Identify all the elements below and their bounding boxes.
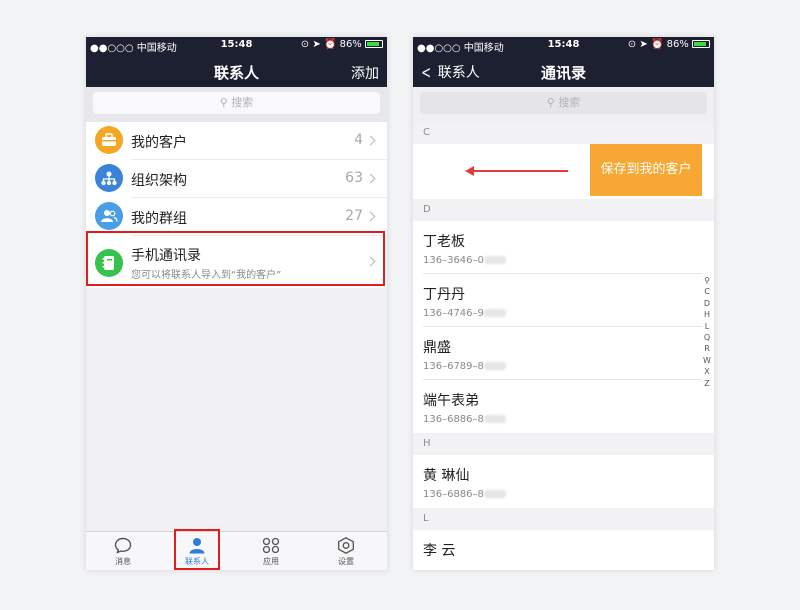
section-header-d: D: [413, 199, 714, 221]
page-title: 通讯录: [540, 64, 586, 82]
index-letter[interactable]: H: [702, 309, 712, 320]
apps-icon: [262, 537, 280, 554]
index-letter[interactable]: D: [702, 298, 712, 309]
search-input[interactable]: ⚲ 搜索: [93, 92, 380, 114]
lock-rotation-icon: ⊙: [300, 39, 310, 50]
contact-name: 丁丹丹: [423, 287, 465, 303]
swipe-left-arrow-icon: [465, 166, 568, 176]
section-header-l: L: [413, 508, 714, 530]
menu-count: 4: [354, 132, 363, 148]
location-icon: ➤: [312, 39, 321, 50]
contact-row[interactable]: 丁丹丹 136–4746–9: [413, 274, 714, 327]
search-input[interactable]: ⚲ 搜索: [420, 92, 707, 114]
save-to-customers-button[interactable]: 保存到我的客户: [590, 144, 702, 196]
menu-label: 我的客户: [131, 135, 187, 151]
status-bar: ●●○○○ 中国移动 15:48 ⊙ ➤ ⏰ 86%: [413, 37, 714, 54]
index-letter[interactable]: C: [702, 286, 712, 297]
briefcase-icon: [95, 126, 123, 154]
search-bar: ⚲ 搜索: [86, 87, 387, 122]
contact-row[interactable]: 黄 琳仙 136–6886–8: [413, 455, 714, 508]
status-right: ⊙ ➤ ⏰ 86%: [628, 39, 710, 50]
blurred-digits: [483, 362, 506, 370]
tab-settings[interactable]: 设置: [326, 537, 366, 567]
search-icon: ⚲: [219, 96, 228, 109]
chevron-right-icon: [365, 211, 376, 222]
location-icon: ➤: [639, 39, 648, 50]
nav-bar: 联系人 添加: [86, 54, 387, 87]
contact-phone: 136–6789–8: [423, 361, 506, 372]
search-icon[interactable]: ⚲: [702, 275, 712, 286]
index-letter[interactable]: Q: [702, 332, 712, 343]
blurred-digits: [483, 256, 506, 264]
contact-phone: 136–6886–8: [423, 489, 506, 500]
contacts-screen: ●●○○○ 中国移动 15:48 ⊙ ➤ ⏰ 86% 联系人 添加 ⚲ 搜索 我…: [86, 37, 387, 570]
contact-phone: 136–3646–0: [423, 255, 506, 266]
index-letter[interactable]: Z: [702, 378, 712, 389]
section-header-h: H: [413, 433, 714, 455]
chevron-right-icon: [365, 173, 376, 184]
contact-row[interactable]: 鼎盛 136–6789–8: [413, 327, 714, 380]
swiped-contact-row[interactable]: 保存到我的客户: [413, 144, 714, 199]
status-bar: ●●○○○ 中国移动 15:48 ⊙ ➤ ⏰ 86%: [86, 37, 387, 54]
org-chart-icon: [95, 164, 123, 192]
alarm-icon: ⏰: [323, 39, 337, 50]
contact-name: 黄 琳仙: [423, 468, 470, 484]
highlight-phone-contacts: [86, 231, 385, 286]
index-letter[interactable]: L: [702, 321, 712, 332]
chat-icon: [114, 537, 132, 554]
nav-bar: < 联系人 通讯录: [413, 54, 714, 87]
highlight-contacts-tab: [174, 529, 220, 570]
menu-item-org-structure[interactable]: 组织架构 63: [86, 160, 387, 197]
blurred-digits: [483, 415, 506, 423]
search-placeholder: 搜索: [231, 96, 254, 109]
blurred-digits: [483, 490, 506, 498]
tab-apps[interactable]: 应用: [251, 537, 291, 567]
section-header-c: C: [413, 122, 714, 144]
contact-row[interactable]: 丁老板 136–3646–0: [413, 221, 714, 274]
contact-name: 鼎盛: [423, 340, 451, 356]
search-icon: ⚲: [546, 96, 555, 109]
index-letter[interactable]: W: [702, 355, 712, 366]
tab-label: 消息: [115, 557, 131, 566]
index-letter[interactable]: X: [702, 366, 712, 377]
menu-count: 63: [345, 170, 363, 186]
group-icon: [95, 202, 123, 230]
address-book-screen: ●●○○○ 中国移动 15:48 ⊙ ➤ ⏰ 86% < 联系人 通讯录 ⚲ 搜…: [413, 37, 714, 570]
index-letter[interactable]: R: [702, 343, 712, 354]
contact-phone: 136–6886–8: [423, 414, 506, 425]
tab-label: 应用: [263, 557, 279, 566]
menu-count: 27: [345, 208, 363, 224]
contact-name: 端午表弟: [423, 393, 479, 409]
alphabet-index[interactable]: ⚲ C D H L Q R W X Z: [702, 275, 712, 389]
contact-row[interactable]: 端午表弟 136–6886–8: [413, 380, 714, 433]
contact-phone: 136–4746–9: [423, 308, 506, 319]
menu-label: 组织架构: [131, 173, 187, 189]
menu-label: 我的群组: [131, 211, 187, 227]
battery-percent: 86%: [666, 39, 689, 50]
settings-icon: [338, 537, 354, 554]
contact-name: 丁老板: [423, 234, 465, 250]
menu-item-my-customers[interactable]: 我的客户 4: [86, 122, 387, 159]
tab-label: 设置: [338, 557, 354, 566]
contact-name: 李 云: [423, 543, 456, 559]
page-title: 联系人: [213, 64, 259, 82]
add-button[interactable]: 添加: [351, 63, 379, 83]
search-bar: ⚲ 搜索: [413, 87, 714, 122]
tab-messages[interactable]: 消息: [103, 537, 143, 567]
alarm-icon: ⏰: [650, 39, 664, 50]
blurred-digits: [483, 309, 506, 317]
battery-icon: [692, 40, 710, 48]
menu-item-my-groups[interactable]: 我的群组 27: [86, 198, 387, 235]
search-placeholder: 搜索: [558, 96, 581, 109]
battery-icon: [365, 40, 383, 48]
contact-row[interactable]: 李 云: [413, 530, 714, 570]
lock-rotation-icon: ⊙: [627, 39, 637, 50]
chevron-right-icon: [365, 135, 376, 146]
battery-percent: 86%: [339, 39, 362, 50]
tab-bar: 消息 联系人 应用 设置: [86, 531, 387, 570]
status-right: ⊙ ➤ ⏰ 86%: [301, 39, 383, 50]
